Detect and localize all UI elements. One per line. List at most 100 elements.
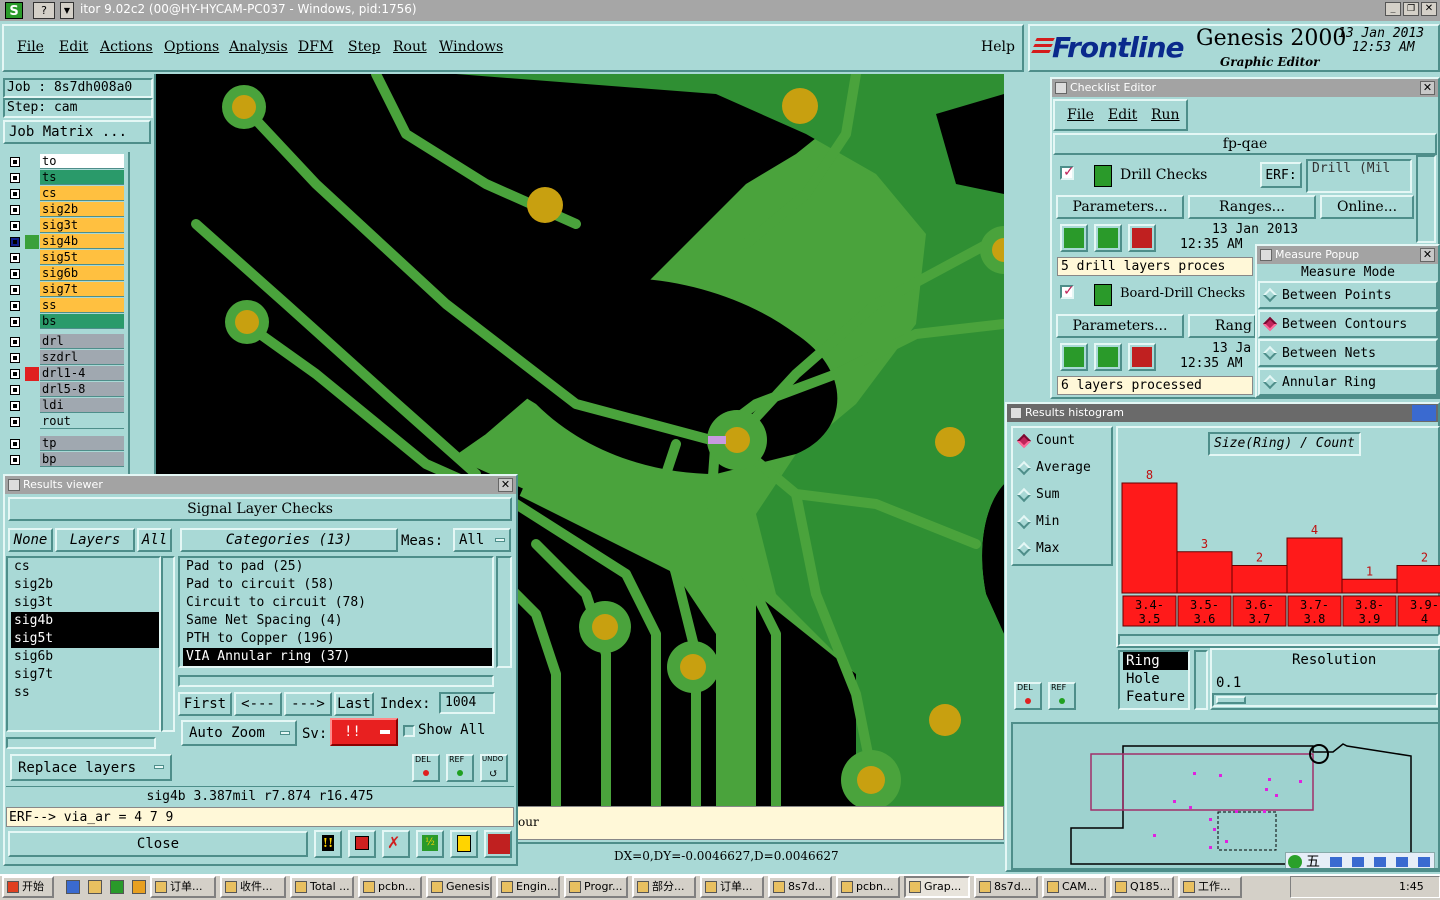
layer-list-item[interactable]: cs: [11, 558, 159, 576]
taskbar-item[interactable]: Grap...: [904, 876, 970, 898]
board-ranges-button[interactable]: Rang: [1188, 314, 1256, 338]
layer-checkbox[interactable]: [10, 221, 20, 231]
quick-launch-icon[interactable]: [66, 880, 80, 894]
close-button-results[interactable]: Close: [8, 831, 308, 857]
index-input[interactable]: 1004: [439, 692, 495, 714]
app-icon[interactable]: S: [5, 2, 23, 19]
categories-hscroll[interactable]: [178, 675, 494, 687]
layer-list-item[interactable]: sig3t: [11, 594, 159, 612]
histogram-field-list[interactable]: Ring Hole Feature: [1118, 650, 1190, 710]
category-item[interactable]: Pad to circuit (58): [183, 576, 492, 594]
start-button[interactable]: 开始: [2, 876, 54, 898]
layer-list-item[interactable]: sig4b: [11, 612, 159, 630]
minimize-button[interactable]: _: [1385, 2, 1401, 16]
menu-options[interactable]: Options: [164, 39, 219, 55]
layer-row-sig2b[interactable]: sig2b: [8, 202, 124, 218]
category-item[interactable]: PTH to Copper (196): [183, 630, 492, 648]
exclaim-icon[interactable]: !!: [314, 830, 342, 858]
taskbar-item[interactable]: 订单...: [150, 876, 216, 898]
layer-checkbox[interactable]: [10, 157, 20, 167]
notes-icon[interactable]: [450, 830, 478, 858]
layers-none-button[interactable]: None: [8, 528, 53, 552]
menu-file[interactable]: File: [17, 39, 44, 55]
layer-row-ts[interactable]: ts: [8, 170, 124, 186]
taskbar-item[interactable]: pcbn...: [358, 876, 422, 898]
layer-row-ss[interactable]: ss: [8, 298, 124, 314]
hist-mode-average[interactable]: Average: [1016, 459, 1108, 483]
layer-checkbox[interactable]: [10, 301, 20, 311]
hist-ref-button[interactable]: REF: [1048, 682, 1076, 710]
taskbar-item[interactable]: 部分...: [632, 876, 696, 898]
sv-select[interactable]: !!: [330, 718, 398, 746]
measure-option-2[interactable]: Between Nets: [1258, 339, 1438, 367]
layer-checkbox[interactable]: [10, 237, 20, 247]
layer-checkbox[interactable]: [10, 401, 20, 411]
histogram-bar[interactable]: [1341, 578, 1398, 594]
layer-checkbox[interactable]: [10, 417, 20, 427]
category-item[interactable]: Same Net Spacing (4): [183, 612, 492, 630]
board-drill-checkbox[interactable]: ✓: [1060, 283, 1075, 299]
run-check-icon-4[interactable]: [1060, 343, 1088, 371]
close-button[interactable]: ✕: [1421, 2, 1437, 16]
layer-row-rout[interactable]: rout: [8, 414, 124, 430]
run-check-icon-3[interactable]: [1128, 224, 1156, 252]
menu-step[interactable]: Step: [348, 39, 380, 55]
taskbar-item[interactable]: 收件...: [220, 876, 286, 898]
taskbar-item[interactable]: 8s7d...: [974, 876, 1038, 898]
quick-launch-icon[interactable]: [132, 880, 146, 894]
hist-field-item[interactable]: Hole: [1123, 670, 1188, 688]
menu-help[interactable]: Help: [981, 39, 1015, 55]
quick-launch-icon[interactable]: [88, 880, 102, 894]
layer-checkbox[interactable]: [10, 269, 20, 279]
board-params-button[interactable]: Parameters...: [1056, 314, 1184, 338]
next-button[interactable]: --->: [284, 692, 332, 716]
ref-button[interactable]: REF: [446, 754, 474, 782]
board-minimap[interactable]: 五: [1011, 722, 1440, 870]
run-check-icon-5[interactable]: [1094, 343, 1122, 371]
menu-edit[interactable]: Edit: [59, 39, 88, 55]
taskbar-item[interactable]: 8s7d...: [768, 876, 832, 898]
layer-row-drl5-8[interactable]: drl5-8: [8, 382, 124, 398]
histogram-bar[interactable]: [1286, 537, 1343, 594]
taskbar-item[interactable]: Q185...: [1110, 876, 1174, 898]
hist-mode-min[interactable]: Min: [1016, 513, 1108, 537]
layer-row-sig7t[interactable]: sig7t: [8, 282, 124, 298]
taskbar-item[interactable]: Progr...: [564, 876, 628, 898]
layer-row-sig3t[interactable]: sig3t: [8, 218, 124, 234]
run-check-icon[interactable]: [1060, 224, 1088, 252]
layer-row-sig6b[interactable]: sig6b: [8, 266, 124, 282]
layer-list-item[interactable]: ss: [11, 684, 159, 702]
layer-row-drl[interactable]: drl: [8, 334, 124, 350]
category-item[interactable]: VIA Annular ring (37): [183, 648, 492, 666]
hist-field-item[interactable]: Ring: [1123, 652, 1188, 670]
hist-del-button[interactable]: DEL: [1014, 682, 1042, 710]
histogram-bar[interactable]: [1396, 565, 1440, 594]
histogram-bar[interactable]: [1231, 565, 1288, 594]
resolution-slider[interactable]: [1212, 693, 1438, 707]
close-icon[interactable]: ✕: [1420, 81, 1435, 95]
drill-ranges-button[interactable]: Ranges...: [1188, 195, 1316, 219]
drill-online-button[interactable]: Online...: [1320, 195, 1414, 219]
layer-row-drl1-4[interactable]: drl1-4: [8, 366, 124, 382]
category-item[interactable]: Circuit to circuit (78): [183, 594, 492, 612]
layer-checkbox[interactable]: [10, 285, 20, 295]
replace-layers-select[interactable]: Replace layers: [10, 754, 172, 781]
layers-all-button[interactable]: All: [137, 528, 172, 552]
erf-field[interactable]: Drill (Mil: [1306, 159, 1412, 193]
checklist-menu-edit[interactable]: Edit: [1108, 107, 1137, 123]
layer-row-tp[interactable]: tp: [8, 436, 124, 452]
menu-analysis[interactable]: Analysis: [229, 39, 288, 55]
layer-row-sig4b[interactable]: sig4b: [8, 234, 124, 250]
histogram-bar[interactable]: [1176, 551, 1233, 594]
taskbar-item[interactable]: Total ...: [290, 876, 354, 898]
layer-checkbox[interactable]: [10, 205, 20, 215]
layer-list-hscroll[interactable]: [6, 737, 156, 749]
layer-row-sig5t[interactable]: sig5t: [8, 250, 124, 266]
dropdown-icon[interactable]: ▼: [60, 2, 74, 19]
first-button[interactable]: First: [178, 692, 232, 716]
layer-checkbox[interactable]: [10, 385, 20, 395]
layer-row-to[interactable]: to: [8, 154, 124, 170]
slider-thumb[interactable]: [1216, 696, 1246, 704]
hist-mode-sum[interactable]: Sum: [1016, 486, 1108, 510]
categories-scrollbar[interactable]: [496, 556, 512, 668]
